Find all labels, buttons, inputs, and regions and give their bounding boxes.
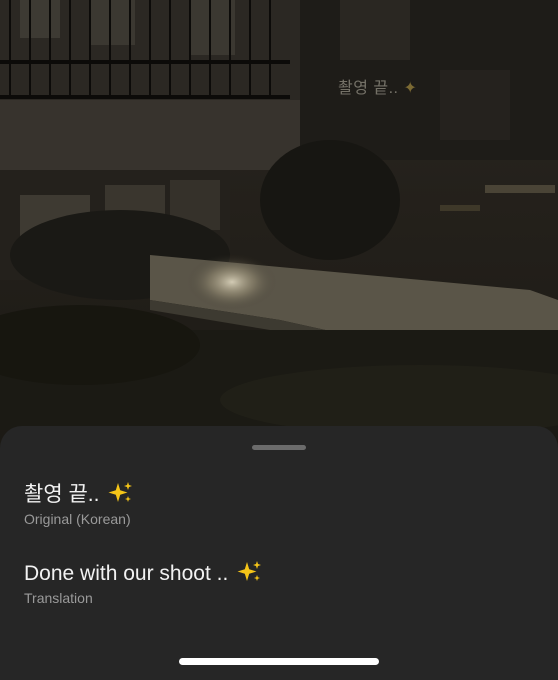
translation-text: Done with our shoot .. xyxy=(24,562,229,585)
translation-sheet: 촬영 끝.. Original (Korean) Done with our s… xyxy=(0,426,558,680)
original-text: 촬영 끝.. xyxy=(24,483,100,506)
home-indicator[interactable] xyxy=(179,658,379,665)
translation-label: Translation xyxy=(24,590,93,606)
translation-text-item: Done with our shoot .. Translation xyxy=(24,560,262,607)
sparkles-icon xyxy=(237,561,262,581)
sheet-drag-handle[interactable] xyxy=(252,445,306,450)
translation-text-line: Done with our shoot .. xyxy=(24,560,262,587)
sparkles-icon: ✦ xyxy=(403,80,418,97)
story-caption-text: 촬영 끝.. xyxy=(338,80,399,97)
original-text-line: 촬영 끝.. xyxy=(24,481,133,508)
story-caption: 촬영 끝.. ✦ xyxy=(338,74,417,98)
original-language-label: Original (Korean) xyxy=(24,511,131,527)
story-translation-screen: 촬영 끝.. ✦ 촬영 끝.. Original (Korean) Done w… xyxy=(0,0,558,680)
sparkles-icon xyxy=(108,482,133,502)
original-text-item: 촬영 끝.. Original (Korean) xyxy=(24,481,133,528)
